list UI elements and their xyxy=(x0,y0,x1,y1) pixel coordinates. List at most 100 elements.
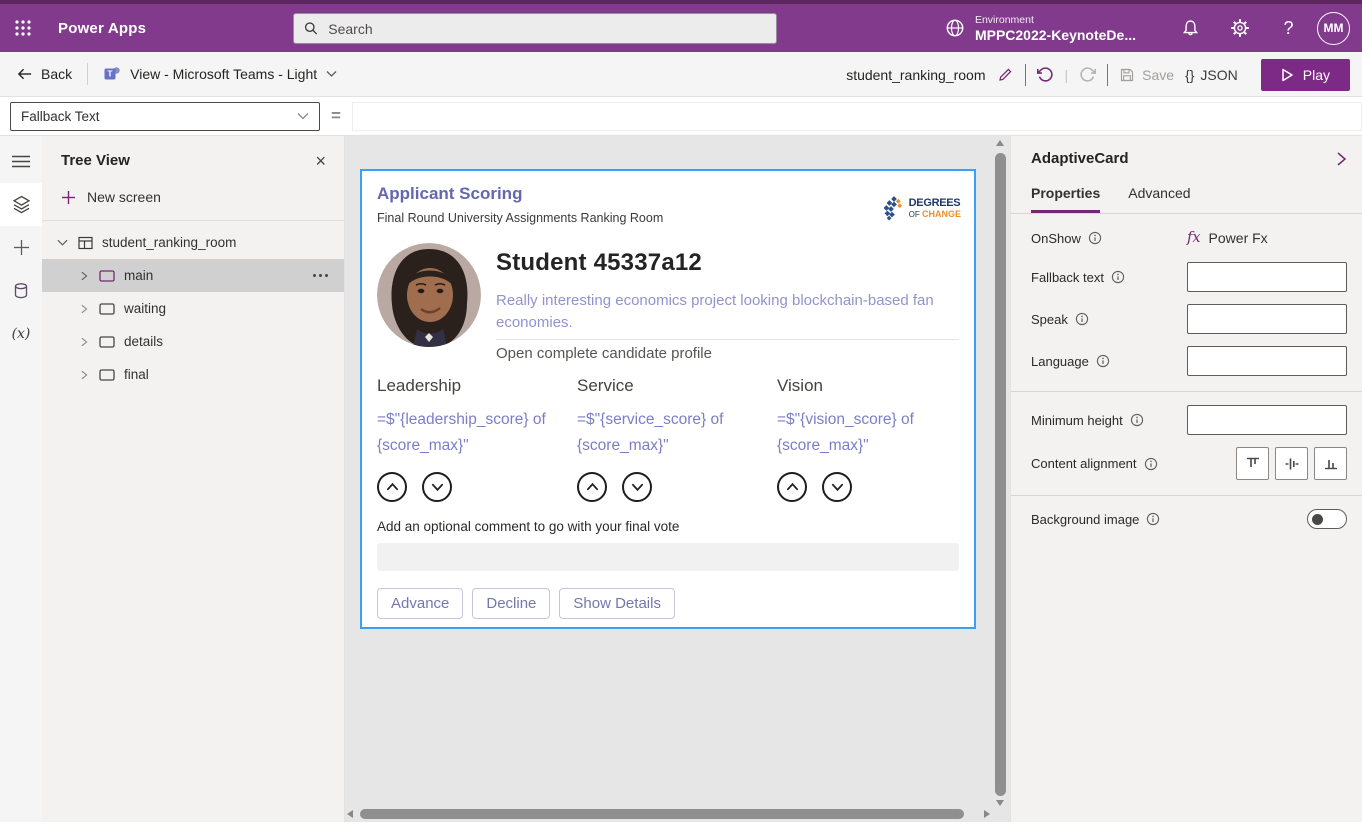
card-action-buttons: Advance Decline Show Details xyxy=(377,588,959,619)
info-icon[interactable] xyxy=(1146,512,1160,526)
settings-button[interactable] xyxy=(1215,4,1264,52)
rename-app-button[interactable] xyxy=(997,66,1014,83)
close-icon[interactable]: × xyxy=(315,154,326,168)
plus-icon xyxy=(13,239,30,256)
minimum-height-input[interactable] xyxy=(1187,405,1347,435)
collapse-panel-button[interactable] xyxy=(1335,151,1347,167)
info-icon[interactable] xyxy=(1130,413,1144,427)
score-down-button[interactable] xyxy=(822,472,852,502)
scroll-down-arrow-icon[interactable] xyxy=(996,800,1004,806)
global-search[interactable] xyxy=(293,13,777,44)
design-canvas[interactable]: Applicant Scoring Final Round University… xyxy=(345,136,1010,822)
align-middle-icon xyxy=(1284,456,1300,472)
align-bottom-button[interactable] xyxy=(1314,447,1347,480)
chevron-right-icon[interactable] xyxy=(78,270,90,282)
tab-properties[interactable]: Properties xyxy=(1031,185,1100,213)
rail-variables-button[interactable]: (x) xyxy=(0,312,42,355)
score-up-button[interactable] xyxy=(377,472,407,502)
decline-button[interactable]: Decline xyxy=(472,588,550,619)
search-input[interactable] xyxy=(326,20,766,38)
score-down-button[interactable] xyxy=(622,472,652,502)
language-input[interactable] xyxy=(1187,346,1347,376)
rail-menu-button[interactable] xyxy=(0,140,42,183)
student-photo xyxy=(377,243,481,347)
chevron-down-icon xyxy=(297,112,309,120)
info-icon[interactable] xyxy=(1096,354,1110,368)
chevron-down-icon xyxy=(630,481,645,493)
gear-icon xyxy=(1230,18,1250,38)
tree-item-screen-main[interactable]: main xyxy=(42,259,344,292)
chevron-right-icon[interactable] xyxy=(78,303,90,315)
chevron-right-icon[interactable] xyxy=(78,369,90,381)
chevron-down-icon[interactable] xyxy=(56,236,69,249)
score-formula: =$"{service_score} of {score_max}" xyxy=(577,407,767,459)
waffle-menu-icon[interactable] xyxy=(0,4,46,52)
json-button[interactable]: {} JSON xyxy=(1185,67,1238,83)
property-selector[interactable]: Fallback Text xyxy=(10,102,320,131)
onshow-value[interactable]: fx Power Fx xyxy=(1187,230,1347,246)
align-middle-button[interactable] xyxy=(1275,447,1308,480)
logo-line2: CHANGE xyxy=(922,209,961,219)
show-details-button[interactable]: Show Details xyxy=(559,588,675,619)
score-columns: Leadership =$"{leadership_score} of {sco… xyxy=(377,376,959,502)
student-portrait-image xyxy=(377,243,481,347)
scroll-up-arrow-icon[interactable] xyxy=(996,140,1004,146)
background-image-toggle[interactable] xyxy=(1307,509,1347,529)
database-icon xyxy=(12,282,30,300)
help-button[interactable]: ? xyxy=(1264,4,1313,52)
notifications-button[interactable] xyxy=(1166,4,1215,52)
redo-button[interactable] xyxy=(1079,66,1096,83)
horizontal-scrollbar-thumb[interactable] xyxy=(360,809,964,819)
info-icon[interactable] xyxy=(1111,270,1125,284)
screen-icon xyxy=(99,303,115,315)
play-button[interactable]: Play xyxy=(1261,59,1350,91)
onshow-label-group: OnShow xyxy=(1031,231,1102,246)
undo-button[interactable] xyxy=(1037,66,1054,83)
tab-advanced[interactable]: Advanced xyxy=(1128,185,1190,213)
tree-root-app[interactable]: student_ranking_room xyxy=(42,221,344,259)
score-down-button[interactable] xyxy=(422,472,452,502)
formula-input[interactable] xyxy=(352,102,1362,131)
score-up-button[interactable] xyxy=(777,472,807,502)
scroll-left-arrow-icon[interactable] xyxy=(347,810,353,818)
score-up-button[interactable] xyxy=(577,472,607,502)
divider xyxy=(1011,391,1362,392)
vertical-scrollbar[interactable] xyxy=(994,138,1007,806)
new-screen-button[interactable]: New screen xyxy=(42,177,344,220)
waffle-grid-icon xyxy=(14,19,32,37)
rail-tree-view-button[interactable] xyxy=(0,183,42,226)
view-selector[interactable]: T View - Microsoft Teams - Light xyxy=(88,65,352,83)
hamburger-icon xyxy=(12,155,30,168)
power-apps-studio: Power Apps Environment MPPC2022-KeynoteD… xyxy=(0,0,1362,824)
tree-item-screen-details[interactable]: details xyxy=(42,325,344,358)
student-description: Really interesting economics project loo… xyxy=(496,290,959,340)
back-button[interactable]: Back xyxy=(0,66,87,82)
prop-row-content-alignment: Content alignment xyxy=(1031,447,1347,480)
horizontal-scrollbar[interactable] xyxy=(347,808,990,820)
speak-input[interactable] xyxy=(1187,304,1347,334)
info-icon[interactable] xyxy=(1088,231,1102,245)
scroll-right-arrow-icon[interactable] xyxy=(984,810,990,818)
fallback-text-input[interactable] xyxy=(1187,262,1347,292)
selected-control-name: AdaptiveCard xyxy=(1031,150,1129,167)
environment-picker[interactable]: Environment MPPC2022-KeynoteDe... xyxy=(944,14,1136,43)
tree-item-screen-waiting[interactable]: waiting xyxy=(42,292,344,325)
align-top-button[interactable] xyxy=(1236,447,1269,480)
logo-line1: DEGREES xyxy=(909,198,961,208)
more-options-icon[interactable] xyxy=(313,274,328,277)
teams-icon: T xyxy=(103,65,121,83)
account-avatar[interactable]: MM xyxy=(1317,12,1350,45)
advance-button[interactable]: Advance xyxy=(377,588,463,619)
vertical-scrollbar-thumb[interactable] xyxy=(995,153,1006,796)
save-button[interactable]: Save xyxy=(1119,67,1174,83)
tree-item-screen-final[interactable]: final xyxy=(42,358,344,391)
rail-data-button[interactable] xyxy=(0,269,42,312)
rail-insert-button[interactable] xyxy=(0,226,42,269)
chevron-right-icon[interactable] xyxy=(78,336,90,348)
comment-input[interactable] xyxy=(377,543,959,571)
info-icon[interactable] xyxy=(1144,457,1158,471)
adaptive-card-control[interactable]: Applicant Scoring Final Round University… xyxy=(360,169,976,629)
layers-icon xyxy=(12,195,31,214)
open-profile-link[interactable]: Open complete candidate profile xyxy=(496,345,959,362)
info-icon[interactable] xyxy=(1075,312,1089,326)
